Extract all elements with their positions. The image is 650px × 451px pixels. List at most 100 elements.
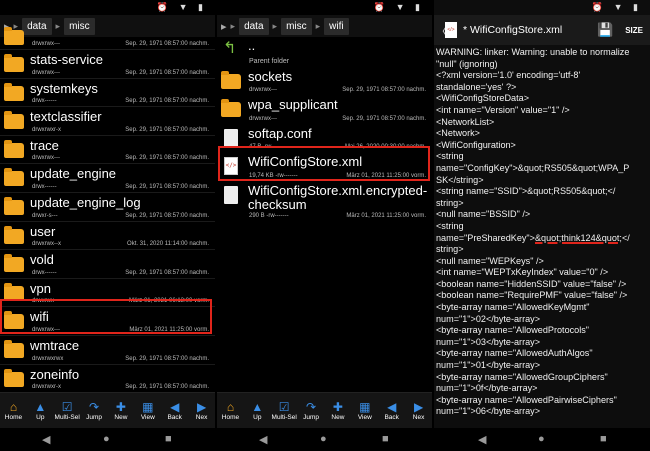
editor-header: 〈 </> * WifiConfigStore.xml 💾 SIZE	[434, 15, 650, 45]
list-item-trace[interactable]: trace drwxrwx--- Sep. 29, 1971 08:57:00 na…	[0, 136, 215, 165]
home-icon: ⌂	[9, 400, 18, 414]
toolbar-multi-sel-button[interactable]: ☑ Multi-Sel	[271, 400, 297, 421]
list-item-wpa-supplicant[interactable]: wpa_supplicant drwxrwx--- Sep. 29, 1971 …	[217, 95, 432, 124]
toolbar-up-button[interactable]: ▲ Up	[27, 400, 53, 421]
nex-icon: ▶	[413, 400, 424, 414]
code-line: <int name="Version" value="1" />	[436, 104, 570, 115]
code-line: <boolean name="RequirePMF" value="false"…	[436, 290, 628, 301]
list-item-partial[interactable]: drwxrwx--- Sep. 29, 1971 08:57:00 nachm.	[0, 26, 215, 50]
folder-icon	[4, 225, 24, 244]
highlight-box-xml	[218, 146, 430, 181]
status-icons: ⏰ ▼ ▮	[373, 2, 424, 12]
middle-file-panel: ⏰ ▼ ▮ ▸ ▸ data ▸ misc ▸ wifi ↰ .. Parent…	[217, 0, 432, 428]
toolbar-multi-sel-button[interactable]: ☑ Multi-Sel	[54, 400, 80, 421]
file-list: ↰ .. Parent folder sockets drwxrwx--- Se…	[217, 38, 432, 221]
highlight-box-wifi	[0, 299, 212, 334]
size-button[interactable]: SIZE	[625, 26, 643, 35]
nav-back-icon[interactable]: ◀	[478, 433, 486, 446]
toolbar-nex-button[interactable]: ▶ Nex	[406, 400, 432, 421]
parent-folder-item[interactable]: ↰ .. Parent folder	[217, 38, 432, 67]
toolbar-new-button[interactable]: ✚ New	[325, 400, 351, 421]
breadcrumb-wifi[interactable]: wifi	[324, 17, 349, 35]
code-line: <byte-array name="AllowedPairwiseCiphers…	[436, 394, 617, 405]
nav-back-icon[interactable]: ◀	[42, 433, 50, 446]
code-line: SK</string>	[436, 174, 484, 185]
code-line: num="1">02</byte-array>	[436, 313, 541, 324]
toolbar-home-button[interactable]: ⌂ Home	[0, 400, 26, 421]
toolbar-home-button[interactable]: ⌂ Home	[217, 400, 243, 421]
nav-home-icon[interactable]: ●	[538, 433, 545, 445]
list-item-update-engine-log[interactable]: update_engine_log drwxr-s--- Sep. 29, 1971…	[0, 193, 215, 222]
folder-icon	[4, 139, 24, 158]
toolbar-view-button[interactable]: ▦ View	[352, 400, 378, 421]
up-icon: ▲	[34, 400, 47, 414]
list-item-wmtrace[interactable]: wmtrace drwxrwxrwx Sep. 29, 1971 08:57:00 …	[0, 336, 215, 365]
folder-icon	[4, 339, 24, 358]
code-line: string>	[436, 197, 464, 208]
breadcrumb-start-icon[interactable]: ▸	[217, 20, 227, 33]
code-line: <null name="WEPKeys" />	[436, 255, 544, 266]
toolbar-up-button[interactable]: ▲ Up	[244, 400, 270, 421]
psk-value: &quot;think124&quot;	[534, 232, 622, 243]
code-line: <WifiConfigStoreData>	[436, 93, 530, 104]
back-icon[interactable]: 〈	[435, 21, 448, 40]
code-line: standalone='yes' ?>	[436, 81, 517, 92]
code-line: WARNING: linker: Warning: unable to norm…	[436, 47, 630, 57]
code-line: <WifiConfiguration>	[436, 139, 516, 150]
toolbar-nex-button[interactable]: ▶ Nex	[189, 400, 215, 421]
folder-icon	[4, 111, 24, 130]
list-item-textclassifier[interactable]: textclassifier drwxrwxr-x Sep. 29, 1971 08…	[0, 107, 215, 136]
save-icon[interactable]: 💾	[597, 22, 613, 38]
list-item-zoneinfo[interactable]: zoneinfo drwxrwxr-x Sep. 29, 1971 08:57:00…	[0, 365, 215, 394]
search-file-icon	[224, 128, 238, 147]
toolbar-view-button[interactable]: ▦ View	[135, 400, 161, 421]
code-line: <null name="BSSID" />	[436, 209, 531, 220]
nav-recents-icon[interactable]: ■	[382, 433, 389, 445]
android-nav-bar: ◀ ● ■ ◀ ● ■ ◀ ● ■	[0, 428, 650, 451]
view-icon: ▦	[359, 400, 371, 414]
status-icons: ⏰ ▼ ▮	[591, 2, 642, 12]
toolbar-back-button[interactable]: ◀ Back	[379, 400, 405, 421]
list-item-update-engine[interactable]: update_engine drwx------ Sep. 29, 1971 08:…	[0, 164, 215, 193]
toolbar-new-button[interactable]: ✚ New	[108, 400, 134, 421]
nav-recents-icon[interactable]: ■	[165, 433, 172, 445]
folder-icon	[4, 168, 24, 187]
file-list: drwxrwx--- Sep. 29, 1971 08:57:00 nachm.…	[0, 26, 215, 394]
list-item-systemkeys[interactable]: systemkeys drwx------ Sep. 29, 1971 08:57:…	[0, 79, 215, 108]
folder-icon	[4, 196, 24, 215]
code-line: <byte-array name="AllowedKeyMgmt"	[436, 302, 590, 313]
list-item-sockets[interactable]: sockets drwxrwx--- Sep. 29, 1971 08:57:0…	[217, 67, 432, 96]
code-line: <string	[436, 220, 464, 231]
toolbar-back-button[interactable]: ◀ Back	[162, 400, 188, 421]
list-item-stats-service[interactable]: stats-service drwxrwx--- Sep. 29, 1971 08:…	[0, 50, 215, 79]
nav-recents-icon[interactable]: ■	[600, 433, 607, 445]
status-icons: ⏰ ▼ ▮	[156, 2, 207, 12]
jump-icon: ↷	[89, 400, 100, 414]
code-line: "null" (ignoring)	[436, 58, 498, 69]
list-item-user[interactable]: user drwxrwx--x Okt. 31, 2020 11:14:00 nac…	[0, 222, 215, 251]
code-text-area[interactable]: WARNING: linker: Warning: unable to norm…	[436, 47, 648, 418]
nav-home-icon[interactable]: ●	[103, 433, 110, 445]
code-line: <byte-array name="AllowedProtocols"	[436, 325, 590, 336]
nav-home-icon[interactable]: ●	[320, 433, 327, 445]
code-line: <?xml version='1.0' encoding='utf-8'	[436, 70, 581, 81]
code-line: string>	[436, 244, 464, 255]
folder-icon	[221, 99, 241, 118]
toolbar-jump-button[interactable]: ↷ Jump	[298, 400, 324, 421]
nav-back-icon[interactable]: ◀	[259, 433, 267, 446]
code-line: num="1">01</byte-array>	[436, 360, 541, 371]
folder-icon	[4, 254, 24, 273]
breadcrumb-misc[interactable]: misc	[281, 17, 312, 35]
breadcrumb-data[interactable]: data	[239, 17, 269, 35]
code-line: <byte-array name="AllowedAuthAlgos"	[436, 348, 593, 359]
code-line: <int name="WEPTxKeyIndex" value="0" />	[436, 267, 609, 278]
toolbar-jump-button[interactable]: ↷ Jump	[81, 400, 107, 421]
list-item-vold[interactable]: vold drwx------ Sep. 29, 1971 08:57:00 nac…	[0, 250, 215, 279]
code-line: num="1">06</byte-array>	[436, 406, 541, 417]
code-line: <boolean name="HiddenSSID" value="false"…	[436, 278, 627, 289]
list-item-checksum[interactable]: WifiConfigStore.xml.encrypted- checksum …	[217, 181, 432, 221]
up-icon: ▲	[251, 400, 264, 414]
up-arrow-icon: ↰	[223, 40, 237, 57]
code-line: <NetworkList>	[436, 116, 495, 127]
status-bar: ⏰ ▼ ▮	[0, 0, 215, 14]
